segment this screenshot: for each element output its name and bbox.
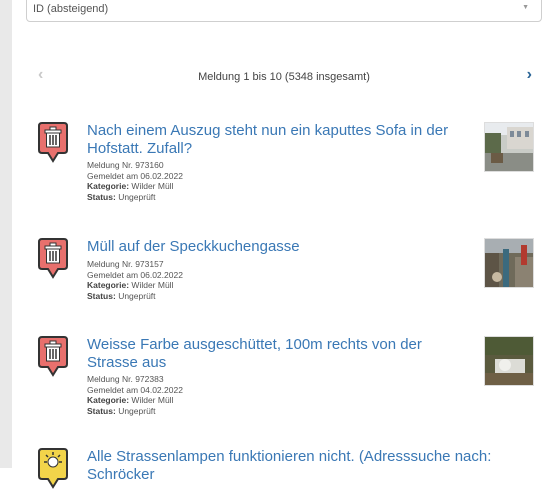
report-date: Gemeldet am 06.02.2022 [87, 269, 183, 280]
report-category: Kategorie: Wilder Müll [87, 395, 174, 405]
report-thumbnail[interactable] [484, 238, 534, 288]
report-thumbnail[interactable] [484, 122, 534, 172]
report-title[interactable]: Nach einem Auszug steht nun ein kaputtes… [87, 122, 467, 158]
sort-select[interactable]: ID (absteigend) ▼ [26, 0, 542, 22]
report-thumbnail[interactable] [484, 336, 534, 386]
sort-select-value: ID (absteigend) [33, 3, 109, 15]
report-meta: Meldung Nr. 973160 Gemeldet am 06.02.202… [87, 160, 183, 202]
left-page-edge [0, 0, 12, 468]
report-meta: Meldung Nr. 973157 Gemeldet am 06.02.202… [87, 259, 183, 301]
report-number: Meldung Nr. 973157 [87, 259, 164, 269]
report-status: Status: Ungeprüft [87, 191, 156, 202]
report-meta: Meldung Nr. 972383 Gemeldet am 04.02.202… [87, 374, 183, 416]
trash-icon [38, 238, 68, 279]
chevron-right-icon[interactable]: › [527, 66, 532, 84]
report-status: Status: Ungeprüft [87, 290, 156, 301]
report-title[interactable]: Weisse Farbe ausgeschüttet, 100m rechts … [87, 336, 467, 372]
pagination: ‹ Meldung 1 bis 10 (5348 insgesamt) › [26, 66, 542, 86]
pagination-info: Meldung 1 bis 10 (5348 insgesamt) [198, 71, 370, 83]
report-number: Meldung Nr. 972383 [87, 374, 164, 384]
caret-down-icon: ▼ [522, 4, 529, 11]
trash-icon [38, 336, 68, 377]
report-title[interactable]: Alle Strassenlampen funktionieren nicht.… [87, 448, 547, 484]
report-category: Kategorie: Wilder Müll [87, 181, 174, 191]
report-title[interactable]: Müll auf der Speckkuchengasse [87, 238, 467, 256]
streetlamp-icon [38, 448, 68, 489]
report-status: Status: Ungeprüft [87, 405, 156, 416]
trash-icon [38, 122, 68, 163]
report-number: Meldung Nr. 973160 [87, 160, 164, 170]
report-date: Gemeldet am 06.02.2022 [87, 170, 183, 181]
report-date: Gemeldet am 04.02.2022 [87, 384, 183, 395]
report-category: Kategorie: Wilder Müll [87, 280, 174, 290]
